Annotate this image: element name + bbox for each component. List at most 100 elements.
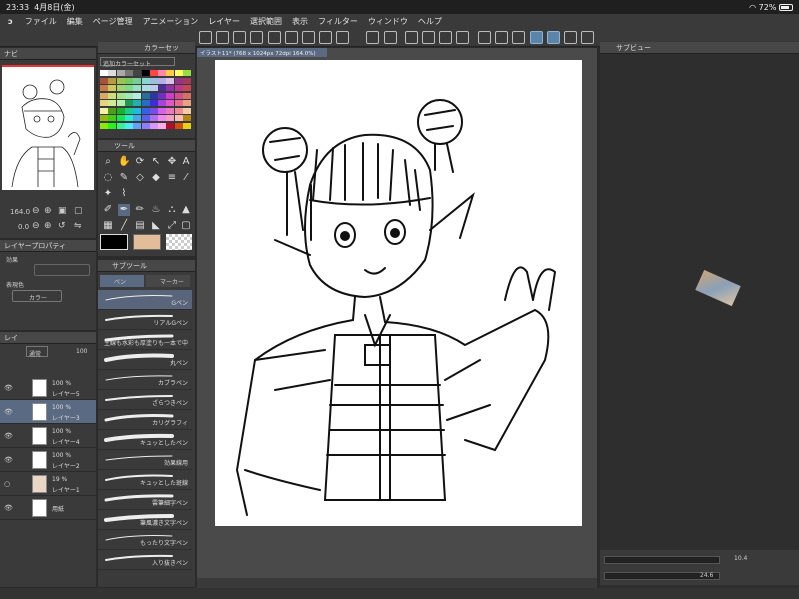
color-swatch[interactable]: [133, 122, 142, 129]
color-swatch[interactable]: [124, 70, 133, 76]
color-swatch[interactable]: [116, 70, 125, 76]
subview-zoom-slider[interactable]: [604, 556, 720, 564]
color-swatch[interactable]: [100, 92, 108, 99]
color-swatch[interactable]: [141, 115, 150, 121]
fill-tool-icon[interactable]: ◆: [150, 172, 162, 184]
color-swatch[interactable]: [116, 122, 125, 129]
app-logo-icon[interactable]: ↄ: [8, 17, 13, 26]
color-swatch[interactable]: [141, 100, 150, 106]
object-tool-icon[interactable]: ↖: [150, 156, 162, 168]
fit-icon[interactable]: ▣: [58, 206, 67, 216]
navigator-preview[interactable]: [2, 65, 94, 190]
layer-row[interactable]: 👁 100 % レイヤー4: [0, 424, 96, 448]
chevron-down-icon[interactable]: [581, 31, 594, 44]
pen-tool-icon[interactable]: ✎: [118, 172, 130, 184]
rotate-right-icon[interactable]: ⊕: [44, 221, 52, 231]
color-swatch[interactable]: [149, 92, 158, 99]
navigator-angle[interactable]: 0.0: [18, 223, 29, 231]
brush-item[interactable]: 主線も水彩も厚塗りも一本で中: [98, 330, 192, 350]
eye-icon[interactable]: 👁: [4, 456, 13, 464]
color-swatch[interactable]: [133, 100, 142, 106]
pen-active-tool-icon[interactable]: ✒: [118, 204, 130, 216]
color-swatch[interactable]: [166, 122, 175, 129]
layer-tab[interactable]: レイ: [4, 333, 18, 343]
color-swatch[interactable]: [149, 122, 158, 129]
color-swatch[interactable]: [100, 115, 108, 121]
color-swatch[interactable]: [100, 100, 108, 106]
color-set-select[interactable]: 追加カラーセット: [100, 57, 175, 68]
color-swatch[interactable]: [174, 107, 183, 114]
move-tool-icon[interactable]: ✥: [166, 156, 178, 168]
color-swatch[interactable]: [158, 122, 167, 129]
brush-item[interactable]: 入り抜きペン: [98, 550, 192, 570]
color-swatch[interactable]: [158, 85, 167, 91]
pencil-tool-icon[interactable]: ✐: [102, 204, 114, 216]
line-tool-icon[interactable]: ╱: [118, 220, 130, 232]
page-icon[interactable]: [319, 31, 332, 44]
brush-item[interactable]: カブラペン: [98, 370, 192, 390]
color-swatch[interactable]: [133, 85, 142, 91]
lasso-tool-icon[interactable]: ◌: [102, 172, 114, 184]
brush-item[interactable]: 筆風濃き文字ペン: [98, 510, 192, 530]
color-swatch[interactable]: [124, 107, 133, 114]
color-swatch[interactable]: [108, 85, 117, 91]
color-swatch[interactable]: [166, 100, 175, 106]
color-swatch[interactable]: [183, 122, 191, 129]
menu-filter[interactable]: フィルター: [318, 16, 358, 27]
color-swatch[interactable]: [141, 85, 150, 91]
layer-row[interactable]: 👁 用紙: [0, 496, 96, 520]
color-swatch[interactable]: [124, 85, 133, 91]
color-swatch[interactable]: [133, 107, 142, 114]
color-swatch[interactable]: [141, 122, 150, 129]
color-swatch[interactable]: [108, 100, 117, 106]
color-swatch[interactable]: [183, 70, 191, 76]
layer-opacity-value[interactable]: 100: [76, 348, 87, 355]
color-swatch[interactable]: [158, 92, 167, 99]
brush-item[interactable]: キュッとしたペン: [98, 430, 192, 450]
color-swatch[interactable]: [108, 122, 117, 129]
color-swatch[interactable]: [108, 115, 117, 121]
zoom-tool-icon[interactable]: ⌕: [102, 156, 114, 168]
gradient-tool-icon[interactable]: ≡: [166, 172, 178, 184]
color-swatch[interactable]: [174, 85, 183, 91]
color-swatch[interactable]: [149, 70, 158, 76]
brush-item[interactable]: 効果線用: [98, 450, 192, 470]
decoration-tool-icon[interactable]: ⛬: [166, 204, 178, 216]
color-swatch[interactable]: [174, 100, 183, 106]
reset-rotate-icon[interactable]: ↺: [58, 221, 66, 231]
undo-icon[interactable]: [366, 31, 379, 44]
color-swatch[interactable]: [166, 107, 175, 114]
eraser-tool-icon[interactable]: ◇: [134, 172, 146, 184]
menu-help[interactable]: ヘルプ: [418, 16, 442, 27]
color-swatch[interactable]: [183, 85, 191, 91]
color-swatch[interactable]: [133, 115, 142, 121]
blend-tool-icon[interactable]: ⌇: [118, 188, 130, 200]
color-swatch[interactable]: [141, 107, 150, 114]
ruler-tool-icon[interactable]: ◣: [150, 220, 162, 232]
color-swatch[interactable]: [174, 70, 183, 76]
brush-item[interactable]: Gペン: [98, 290, 192, 310]
color-swatch[interactable]: [183, 92, 191, 99]
color-swatch[interactable]: [100, 77, 108, 84]
menu-toggle-icon[interactable]: [199, 31, 212, 44]
color-swatch[interactable]: [166, 115, 175, 121]
color-set-tab[interactable]: カラーセッ: [144, 43, 179, 53]
color-swatch[interactable]: [100, 122, 108, 129]
tab-pen[interactable]: ペン: [100, 275, 144, 287]
color-swatch[interactable]: [166, 85, 175, 91]
menu-layer[interactable]: レイヤー: [208, 16, 240, 27]
brush-item[interactable]: もったり文字ペン: [98, 530, 192, 550]
color-swatch[interactable]: [149, 85, 158, 91]
transform-icon[interactable]: [456, 31, 469, 44]
clear-icon[interactable]: [422, 31, 435, 44]
zoom-out-icon[interactable]: ⊖: [32, 206, 40, 216]
subview-angle-value[interactable]: 24.6: [700, 572, 713, 579]
eye-icon[interactable]: 👁: [4, 432, 13, 440]
ruler-2-icon[interactable]: [495, 31, 508, 44]
color-swatches[interactable]: [100, 70, 192, 132]
color-swatch[interactable]: [100, 70, 108, 76]
brush-tool-icon[interactable]: ✏: [134, 204, 146, 216]
color-swatch[interactable]: [108, 70, 117, 76]
color-swatch[interactable]: [158, 107, 167, 114]
brush-item[interactable]: 丸ペン: [98, 350, 192, 370]
